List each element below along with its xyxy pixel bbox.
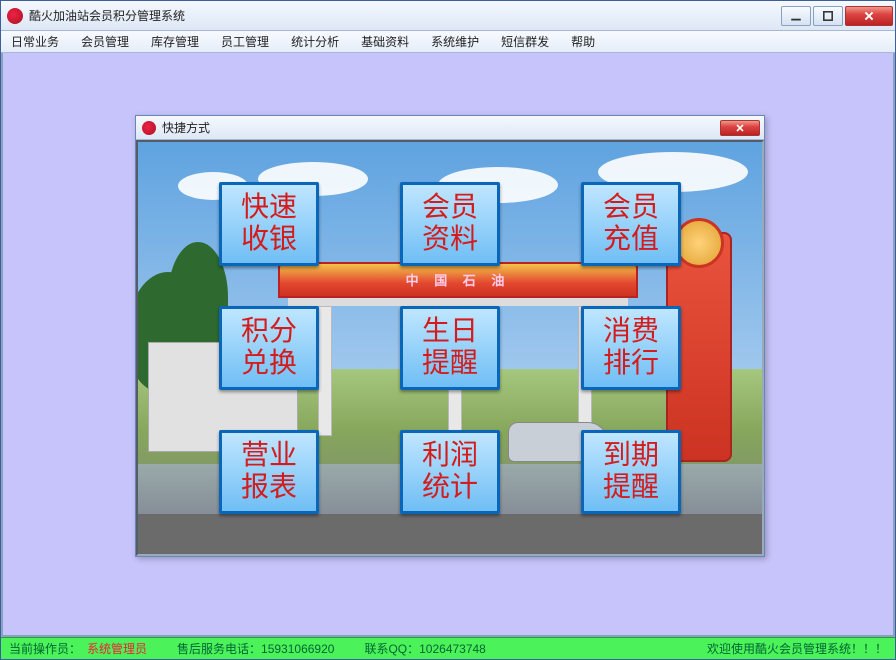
shortcut-profit-stats[interactable]: 利润统计 — [400, 430, 500, 514]
maximize-button[interactable] — [813, 6, 843, 26]
shortcut-member-recharge[interactable]: 会员充值 — [581, 182, 681, 266]
menubar: 日常业务 会员管理 库存管理 员工管理 统计分析 基础资料 系统维护 短信群发 … — [1, 31, 895, 53]
shortcut-label: 生日提醒 — [419, 316, 481, 380]
dialog-icon — [142, 121, 156, 135]
status-contact-qq: 联系QQ：1026473748 — [364, 640, 485, 657]
shortcut-points-exchange[interactable]: 积分兑换 — [219, 306, 319, 390]
minimize-icon — [790, 10, 802, 22]
maximize-icon — [822, 10, 834, 22]
app-icon — [7, 8, 23, 24]
dialog-title: 快捷方式 — [162, 119, 720, 136]
menu-help[interactable]: 帮助 — [567, 31, 599, 52]
main-window: 酷火加油站会员积分管理系统 日常业务 会员管理 库存管理 员工管理 统计分析 基… — [0, 0, 896, 660]
shortcuts-dialog: 快捷方式 中 国 石 油 — [135, 115, 765, 557]
menu-member[interactable]: 会员管理 — [77, 31, 133, 52]
menu-sms[interactable]: 短信群发 — [497, 31, 553, 52]
shortcut-member-info[interactable]: 会员资料 — [400, 182, 500, 266]
workspace: 快捷方式 中 国 石 油 — [1, 53, 895, 637]
shortcut-label: 营业报表 — [238, 440, 300, 504]
shortcut-expiry-reminder[interactable]: 到期提醒 — [581, 430, 681, 514]
status-operator-name: 系统管理员 — [87, 640, 147, 657]
menu-system[interactable]: 系统维护 — [427, 31, 483, 52]
window-controls — [781, 6, 893, 26]
shortcut-label: 利润统计 — [419, 440, 481, 504]
dialog-close-button[interactable] — [720, 120, 760, 136]
shortcut-spend-ranking[interactable]: 消费排行 — [581, 306, 681, 390]
shortcut-label: 消费排行 — [600, 316, 662, 380]
status-operator-label: 当前操作员： — [9, 640, 81, 657]
close-button[interactable] — [845, 6, 893, 26]
shortcut-label: 会员资料 — [419, 192, 481, 256]
shortcut-quick-cashier[interactable]: 快速收银 — [219, 182, 319, 266]
shortcut-label: 会员充值 — [600, 192, 662, 256]
shortcut-birthday-reminder[interactable]: 生日提醒 — [400, 306, 500, 390]
minimize-button[interactable] — [781, 6, 811, 26]
menu-daily[interactable]: 日常业务 — [7, 31, 63, 52]
menu-basic[interactable]: 基础资料 — [357, 31, 413, 52]
dialog-body: 中 国 石 油 快速收银 会员资料 会员充值 积分兑换 生日提 — [136, 140, 764, 556]
close-icon — [735, 123, 745, 133]
close-icon — [863, 10, 875, 22]
menu-stock[interactable]: 库存管理 — [147, 31, 203, 52]
titlebar: 酷火加油站会员积分管理系统 — [1, 1, 895, 31]
status-welcome: 欢迎使用酷火会员管理系统！！！ — [707, 640, 887, 657]
shortcut-grid: 快速收银 会员资料 会员充值 积分兑换 生日提醒 消费排行 营业报表 利润统计 … — [138, 142, 762, 554]
shortcut-business-report[interactable]: 营业报表 — [219, 430, 319, 514]
window-title: 酷火加油站会员积分管理系统 — [29, 7, 781, 24]
menu-stats[interactable]: 统计分析 — [287, 31, 343, 52]
status-service-phone: 售后服务电话：15931066920 — [177, 640, 334, 657]
shortcut-label: 快速收银 — [238, 192, 300, 256]
menu-staff[interactable]: 员工管理 — [217, 31, 273, 52]
dialog-titlebar: 快捷方式 — [136, 116, 764, 140]
statusbar: 当前操作员： 系统管理员 售后服务电话：15931066920 联系QQ：102… — [1, 637, 895, 659]
shortcut-label: 积分兑换 — [238, 316, 300, 380]
shortcut-label: 到期提醒 — [600, 440, 662, 504]
